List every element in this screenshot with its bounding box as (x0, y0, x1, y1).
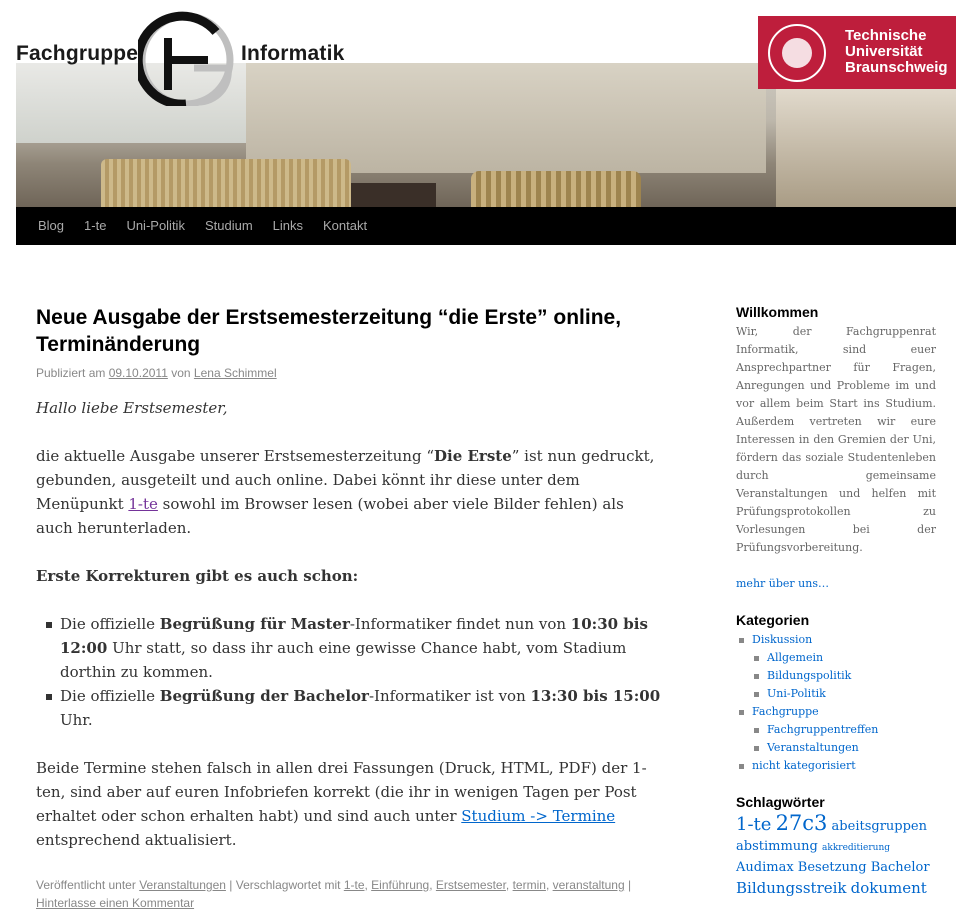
tu-seal-icon (768, 24, 826, 82)
category-item: Allgemein (736, 649, 936, 667)
main-navigation: Blog 1-te Uni-Politik Studium Links Kont… (16, 207, 956, 245)
nav-item-links[interactable]: Links (263, 207, 313, 245)
tag-cloud-link[interactable]: Bildungsstreik (736, 879, 847, 897)
nav-item-uni-politik[interactable]: Uni-Politik (116, 207, 195, 245)
category-item: Bildungspolitik (736, 667, 936, 685)
tag-cloud-link[interactable]: 27c3 (776, 811, 828, 835)
post-title[interactable]: Neue Ausgabe der Erstsemesterzeitung “di… (36, 304, 662, 358)
post-body: Hallo liebe Erstsemester, die aktuelle A… (36, 396, 662, 852)
published-prefix: Publiziert am (36, 366, 106, 380)
logo-word-right: Informatik (241, 42, 345, 65)
tag-cloud-link[interactable]: akkreditierung (822, 843, 890, 853)
separator: | (628, 878, 632, 892)
tu-line-1: Technische (845, 27, 927, 44)
tag-cloud-link[interactable]: 1-te (736, 814, 771, 835)
more-about-us-link[interactable]: mehr über uns… (736, 575, 936, 593)
corrections-heading: Erste Korrekturen gibt es auch schon: (36, 567, 359, 585)
fg-emblem-icon (138, 11, 234, 106)
category-link-bildungspolitik[interactable]: Bildungspolitik (767, 669, 851, 682)
tags-title: Schlagwörter (736, 794, 825, 810)
logo-word-left: Fachgruppe (16, 42, 139, 65)
category-link-veranstaltungen[interactable]: Veranstaltungen (767, 741, 859, 754)
category-item: Diskussion (736, 631, 936, 649)
list-item: Die offizielle Begrüßung der Bachelor-In… (36, 684, 662, 732)
post-meta: Publiziert am 09.10.2011 von Lena Schimm… (36, 364, 662, 382)
leave-comment-link[interactable]: Hinterlasse einen Kommentar (36, 896, 194, 910)
tag-link[interactable]: Erstsemester (436, 878, 506, 892)
category-link-uni-politik[interactable]: Uni-Politik (767, 687, 826, 700)
tag-cloud-link[interactable]: dokument (851, 879, 927, 897)
post-article: Neue Ausgabe der Erstsemesterzeitung “di… (36, 304, 662, 912)
category-link-nicht-kategorisiert[interactable]: nicht kategorisiert (752, 759, 856, 772)
category-item: Veranstaltungen (736, 739, 936, 757)
tag-link[interactable]: 1-te (344, 878, 365, 892)
post-paragraph-1: die aktuelle Ausgabe unserer Erstsemeste… (36, 447, 655, 537)
tu-line-2: Universität (845, 43, 923, 60)
category-item: nicht kategorisiert (736, 757, 936, 775)
tag-link[interactable]: termin (513, 878, 546, 892)
categories-list: Diskussion Allgemein Bildungspolitik Uni… (736, 631, 936, 775)
nav-item-studium[interactable]: Studium (195, 207, 263, 245)
tag-cloud-link[interactable]: Audimax (736, 860, 794, 875)
tag-cloud: 1-te 27c3 abeitsgruppen abstimmung akkre… (736, 813, 936, 900)
post-date-link[interactable]: 09.10.2011 (109, 366, 168, 380)
tu-braunschweig-logo[interactable]: Technische Universität Braunschweig (758, 16, 956, 89)
category-link-diskussion[interactable]: Diskussion (752, 633, 812, 646)
tag-cloud-link[interactable]: Besetzung (798, 860, 867, 875)
nav-item-blog[interactable]: Blog (28, 207, 74, 245)
link-1te[interactable]: 1-te (128, 495, 158, 513)
link-studium-termine[interactable]: Studium -> Termine (461, 807, 615, 825)
tag-cloud-link[interactable]: Bachelor (871, 860, 930, 875)
category-link-fachgruppe[interactable]: Fachgruppe (752, 705, 819, 718)
corrections-list: Die offizielle Begrüßung für Master-Info… (36, 612, 662, 732)
author-prefix: von (171, 366, 191, 380)
separator: | (229, 878, 233, 892)
category-link-fachgruppentreffen[interactable]: Fachgruppentreffen (767, 723, 878, 736)
welcome-title: Willkommen (736, 304, 819, 320)
nav-item-1te[interactable]: 1-te (74, 207, 116, 245)
category-link[interactable]: Veranstaltungen (139, 878, 226, 892)
tag-cloud-link[interactable]: abstimmung (736, 839, 818, 854)
category-link-allgemein[interactable]: Allgemein (767, 651, 823, 664)
category-item: Fachgruppentreffen (736, 721, 936, 739)
sidebar: Willkommen Wir, der Fachgruppenrat Infor… (736, 303, 936, 900)
site-header: Fachgruppe Informatik Technische Univers… (16, 0, 956, 245)
post-utility: Veröffentlicht unter Veranstaltungen | V… (36, 878, 632, 910)
fachgruppe-logo[interactable]: Fachgruppe Informatik (16, 0, 356, 110)
post-greeting: Hallo liebe Erstsemester, (36, 399, 228, 417)
author-link[interactable]: Lena Schimmel (194, 366, 277, 380)
tag-cloud-link[interactable]: abeitsgruppen (832, 819, 927, 834)
categories-title: Kategorien (736, 612, 810, 628)
tagged-label: Verschlagwortet mit (235, 878, 341, 892)
nav-item-kontakt[interactable]: Kontakt (313, 207, 377, 245)
category-item: Fachgruppe (736, 703, 936, 721)
welcome-text: Wir, der Fachgruppenrat Informatik, sind… (736, 325, 936, 554)
tag-link[interactable]: Einführung (371, 878, 429, 892)
tu-line-3: Braunschweig (845, 59, 948, 76)
published-in-label: Veröffentlicht unter (36, 878, 136, 892)
category-item: Uni-Politik (736, 685, 936, 703)
list-item: Die offizielle Begrüßung für Master-Info… (36, 612, 662, 684)
tag-link[interactable]: veranstaltung (553, 878, 625, 892)
post-paragraph-3: Beide Termine stehen falsch in allen dre… (36, 759, 647, 849)
